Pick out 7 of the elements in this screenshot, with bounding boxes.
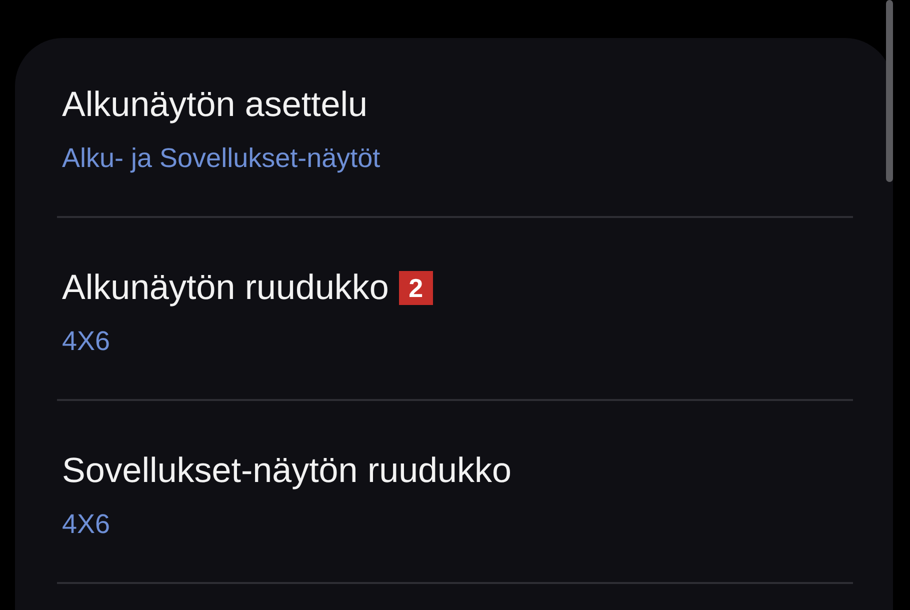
setting-title[interactable]: Alkunäytön ruudukko [62, 268, 389, 308]
setting-title[interactable]: Sovellukset-näytön ruudukko [62, 451, 512, 491]
setting-value: 4X6 [62, 325, 112, 358]
number-badge: 2 [398, 271, 433, 305]
setting-title[interactable]: Alkunäytön asettelu [62, 85, 368, 125]
setting-value: 4X6 [62, 508, 112, 541]
setting-value: Alku- ja Sovellukset-näytöt [62, 142, 382, 175]
